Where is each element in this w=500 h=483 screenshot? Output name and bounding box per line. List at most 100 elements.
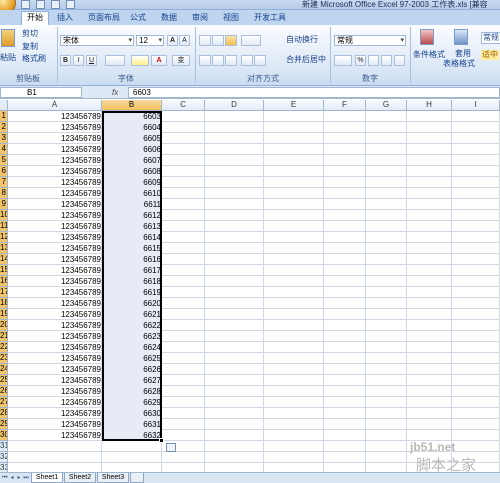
column-header-c[interactable]: C — [162, 100, 205, 111]
comma-style-icon[interactable] — [368, 55, 379, 66]
underline-button[interactable]: U — [86, 55, 97, 66]
cell-b1[interactable]: 6603 — [102, 111, 162, 122]
format-as-table-icon[interactable] — [454, 29, 468, 45]
cell-b12[interactable]: 6614 — [102, 232, 162, 243]
row-header[interactable]: 26 — [0, 386, 8, 397]
cell-a10[interactable]: 123456789 — [8, 210, 102, 221]
redo-icon[interactable] — [51, 0, 60, 9]
accounting-format-icon[interactable] — [334, 55, 352, 66]
column-header-e[interactable]: E — [264, 100, 324, 111]
row-header[interactable]: 22 — [0, 342, 8, 353]
cell-b29[interactable]: 6631 — [102, 419, 162, 430]
cell-style-neutral[interactable]: 适中 — [481, 50, 499, 60]
orientation-icon[interactable] — [241, 35, 261, 46]
cell-b16[interactable]: 6618 — [102, 276, 162, 287]
shrink-font-button[interactable]: A — [179, 35, 190, 46]
prev-sheet-icon[interactable]: ◂ — [9, 474, 15, 482]
merge-center-button[interactable]: 合并后居中 — [286, 55, 326, 65]
row-header[interactable]: 28 — [0, 408, 8, 419]
cell-a16[interactable]: 123456789 — [8, 276, 102, 287]
tab-home[interactable]: 开始 — [21, 11, 49, 25]
cell-a17[interactable]: 123456789 — [8, 287, 102, 298]
row-header[interactable]: 25 — [0, 375, 8, 386]
copy-button[interactable]: 复制 — [22, 42, 38, 52]
cell-a12[interactable]: 123456789 — [8, 232, 102, 243]
cell-b18[interactable]: 6620 — [102, 298, 162, 309]
paste-button[interactable]: 粘贴 — [0, 53, 16, 63]
borders-icon[interactable] — [105, 55, 125, 66]
align-left-icon[interactable] — [199, 55, 211, 66]
cell-b14[interactable]: 6616 — [102, 254, 162, 265]
cell-b10[interactable]: 6612 — [102, 210, 162, 221]
cell-a25[interactable]: 123456789 — [8, 375, 102, 386]
align-top-icon[interactable] — [199, 35, 211, 46]
row-header[interactable]: 29 — [0, 419, 8, 430]
align-center-icon[interactable] — [212, 55, 224, 66]
cell-a27[interactable]: 123456789 — [8, 397, 102, 408]
row-header[interactable]: 1 — [0, 111, 8, 122]
row-header[interactable]: 18 — [0, 298, 8, 309]
paste-icon[interactable] — [1, 29, 15, 47]
cell-b15[interactable]: 6617 — [102, 265, 162, 276]
bold-button[interactable]: B — [60, 55, 71, 66]
row-header[interactable]: 2 — [0, 122, 8, 133]
tab-data[interactable]: 数据 — [161, 12, 177, 25]
cell-b9[interactable]: 6611 — [102, 199, 162, 210]
cell-b26[interactable]: 6628 — [102, 386, 162, 397]
tab-review[interactable]: 审阅 — [192, 12, 208, 25]
insert-sheet-icon[interactable] — [130, 473, 144, 483]
cell-style-normal[interactable]: 常规 — [481, 32, 500, 44]
cell-b27[interactable]: 6629 — [102, 397, 162, 408]
row-header[interactable]: 8 — [0, 188, 8, 199]
tab-developer[interactable]: 开发工具 — [254, 12, 286, 25]
cell-a19[interactable]: 123456789 — [8, 309, 102, 320]
cell-a5[interactable]: 123456789 — [8, 155, 102, 166]
format-painter-button[interactable]: 格式刷 — [22, 54, 46, 64]
row-header[interactable]: 12 — [0, 232, 8, 243]
cell-b7[interactable]: 6609 — [102, 177, 162, 188]
row-header[interactable]: 31 — [0, 441, 8, 452]
row-header[interactable]: 3 — [0, 133, 8, 144]
cell-b17[interactable]: 6619 — [102, 287, 162, 298]
row-header[interactable]: 32 — [0, 452, 8, 463]
column-header-b[interactable]: B — [102, 100, 162, 111]
cell-a23[interactable]: 123456789 — [8, 353, 102, 364]
cell-a15[interactable]: 123456789 — [8, 265, 102, 276]
name-box[interactable]: B1 — [0, 87, 82, 98]
column-header-g[interactable]: G — [366, 100, 407, 111]
align-right-icon[interactable] — [225, 55, 237, 66]
cell-a8[interactable]: 123456789 — [8, 188, 102, 199]
cell-b11[interactable]: 6613 — [102, 221, 162, 232]
row-header[interactable]: 6 — [0, 166, 8, 177]
row-header[interactable]: 10 — [0, 210, 8, 221]
formula-input[interactable]: 6603 — [128, 87, 500, 98]
font-name-combo[interactable]: 宋体 — [60, 35, 134, 46]
sheet-tab-2[interactable]: Sheet2 — [64, 473, 96, 483]
cut-button[interactable]: 剪切 — [22, 29, 38, 39]
row-header[interactable]: 24 — [0, 364, 8, 375]
column-header-f[interactable]: F — [324, 100, 366, 111]
tab-page-layout[interactable]: 页面布局 — [88, 12, 120, 25]
row-header[interactable]: 21 — [0, 331, 8, 342]
font-color-button[interactable]: A — [151, 55, 167, 66]
row-header[interactable]: 20 — [0, 320, 8, 331]
cell-b21[interactable]: 6623 — [102, 331, 162, 342]
cell-a11[interactable]: 123456789 — [8, 221, 102, 232]
undo-icon[interactable] — [36, 0, 45, 9]
increase-indent-icon[interactable] — [254, 55, 266, 66]
cell-a22[interactable]: 123456789 — [8, 342, 102, 353]
cell-a2[interactable]: 123456789 — [8, 122, 102, 133]
percent-button[interactable]: % — [355, 55, 366, 66]
cell-b23[interactable]: 6625 — [102, 353, 162, 364]
cell-b22[interactable]: 6624 — [102, 342, 162, 353]
cell-a14[interactable]: 123456789 — [8, 254, 102, 265]
cell-a7[interactable]: 123456789 — [8, 177, 102, 188]
cell-b13[interactable]: 6615 — [102, 243, 162, 254]
cell-a6[interactable]: 123456789 — [8, 166, 102, 177]
cell-b5[interactable]: 6607 — [102, 155, 162, 166]
italic-button[interactable]: I — [73, 55, 84, 66]
cell-a29[interactable]: 123456789 — [8, 419, 102, 430]
cell-a18[interactable]: 123456789 — [8, 298, 102, 309]
column-header-i[interactable]: I — [452, 100, 500, 111]
row-header[interactable]: 33 — [0, 463, 8, 472]
